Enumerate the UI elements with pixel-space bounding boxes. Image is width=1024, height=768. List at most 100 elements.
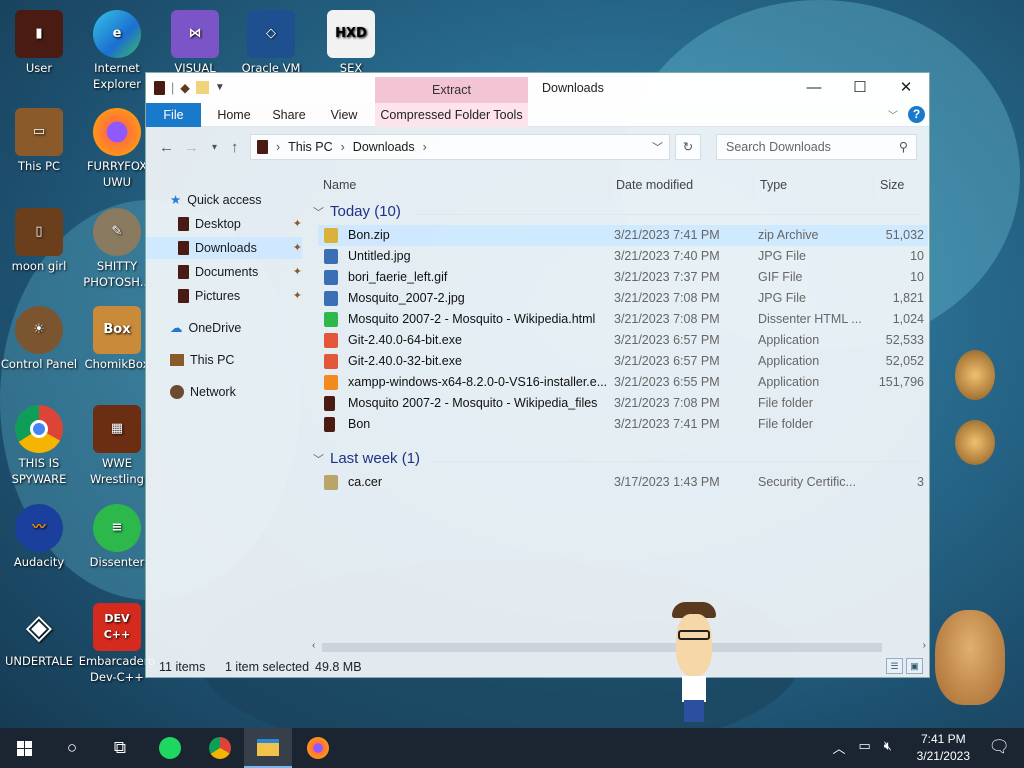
file-row[interactable]: Bon.zip 3/21/2023 7:41 PM zip Archive 51,03… [318, 225, 928, 246]
file-row[interactable]: Mosquito_2007-2.jpg 3/21/2023 7:08 PM JPG … [318, 288, 928, 309]
nav-downloads[interactable]: Downloads ✦ [146, 237, 302, 259]
desktop-icon-audacity[interactable]: 〰 Audacity [0, 504, 78, 570]
column-divider[interactable] [873, 173, 874, 197]
file-row[interactable]: Bon 3/21/2023 7:41 PM File folder [318, 414, 928, 435]
file-row[interactable]: bori_faerie_left.gif 3/21/2023 7:37 PM GIF… [318, 267, 928, 288]
nav-onedrive[interactable]: ☁ OneDrive [170, 317, 241, 339]
file-type: Dissenter HTML ... [758, 312, 862, 326]
refresh-button[interactable]: ↻ [675, 134, 701, 160]
firefox-icon[interactable] [294, 728, 342, 768]
recent-locations-icon[interactable]: ▾ [212, 142, 217, 153]
file-row[interactable]: Git-2.40.0-32-bit.exe 3/21/2023 6:57 PM Ap… [318, 351, 928, 372]
group-header[interactable]: ﹀ Today (10) [313, 203, 401, 220]
scroll-left-icon[interactable]: ‹ [312, 640, 315, 651]
file-explorer-icon[interactable] [244, 728, 292, 768]
breadcrumb-downloads[interactable]: Downloads [353, 140, 415, 154]
file-row[interactable]: Mosquito 2007-2 - Mosquito - Wikipedia_f… [318, 393, 928, 414]
status-size: 49.8 MB [315, 660, 362, 674]
file-row[interactable]: Untitled.jpg 3/21/2023 7:40 PM JPG File 10 [318, 246, 928, 267]
file-row[interactable]: Mosquito 2007-2 - Mosquito - Wikipedia.h… [318, 309, 928, 330]
file-row[interactable]: ca.cer 3/17/2023 1:43 PM Security Certific… [318, 472, 928, 493]
minimize-button[interactable]: — [791, 73, 837, 103]
file-row[interactable]: Git-2.40.0-64-bit.exe 3/21/2023 6:57 PM Ap… [318, 330, 928, 351]
address-bar[interactable]: › This PC › Downloads › ﹀ [250, 134, 670, 160]
zip-icon [324, 228, 338, 243]
properties-icon[interactable]: ◆ [180, 80, 190, 95]
tab-compressed-folder-tools[interactable]: Compressed Folder Tools [375, 103, 528, 127]
column-size[interactable]: Size [880, 178, 904, 192]
address-dropdown-icon[interactable]: ﹀ [652, 139, 663, 155]
chevron-down-icon[interactable]: ﹀ [313, 451, 324, 467]
breadcrumb-chevron-icon[interactable]: › [423, 140, 427, 154]
nav-network[interactable]: Network [170, 381, 236, 403]
tab-home[interactable]: Home [208, 103, 260, 127]
help-icon[interactable]: ? [908, 106, 925, 123]
breadcrumb-chevron-icon[interactable]: › [341, 140, 345, 154]
nav-this-pc[interactable]: This PC [170, 349, 234, 371]
nav-desktop[interactable]: Desktop ✦ [178, 213, 302, 235]
git-icon [324, 354, 338, 369]
nav-pictures[interactable]: Pictures ✦ [178, 285, 302, 307]
desktop-icon-label: Embarcadero Dev-C++ [78, 654, 156, 684]
window-title: Downloads [542, 81, 604, 95]
breadcrumb-chevron-icon[interactable]: › [276, 140, 280, 154]
task-view-icon[interactable]: ⧉ [96, 728, 144, 768]
chrome-icon [15, 405, 63, 453]
desktop-icon-visual-studio[interactable]: ⋈ VISUAL [156, 10, 234, 76]
volume-muted-icon[interactable]: 🔇︎ [884, 738, 892, 757]
column-type[interactable]: Type [760, 178, 787, 192]
large-icons-view-icon[interactable]: ▣ [906, 658, 923, 674]
desktop-icon-hxd[interactable]: HXD SEX [312, 10, 390, 76]
nav-label: Desktop [195, 217, 241, 231]
network-icon[interactable]: ▭ [859, 738, 871, 757]
notification-center-icon[interactable]: 🗨︎ [988, 737, 1010, 757]
maximize-button[interactable]: ☐ [837, 73, 883, 103]
tab-file[interactable]: File [146, 103, 201, 127]
windows-start-icon[interactable] [0, 728, 48, 768]
tab-share[interactable]: Share [264, 103, 314, 127]
folder-icon [178, 241, 189, 255]
details-view-icon[interactable]: ☰ [886, 658, 903, 674]
file-row[interactable]: xampp-windows-x64-8.2.0-0-VS16-installer… [318, 372, 928, 393]
show-hidden-icons-icon[interactable]: ︿ [832, 738, 845, 757]
forward-arrow-icon[interactable]: → [184, 139, 199, 156]
desktop-icon-undertale[interactable]: ◈ UNDERTALE [0, 603, 78, 669]
desktop-icon-chrome[interactable]: THIS IS SPYWARE [0, 405, 78, 487]
new-folder-icon[interactable] [195, 81, 209, 94]
tab-view[interactable]: View [318, 103, 370, 127]
expand-ribbon-icon[interactable]: ﹀ [888, 107, 898, 122]
cartoon-character[interactable] [668, 602, 720, 722]
nav-quick-access[interactable]: ★ Quick access [170, 189, 262, 211]
scroll-right-icon[interactable]: › [923, 640, 926, 651]
chevron-down-icon[interactable]: ﹀ [313, 204, 324, 220]
chrome-icon[interactable] [196, 728, 244, 768]
column-name[interactable]: Name [323, 178, 356, 192]
control-panel-icon: ☀ [15, 306, 63, 354]
back-arrow-icon[interactable]: ← [159, 139, 174, 156]
desktop-icon-virtualbox[interactable]: ◇ Oracle VM [232, 10, 310, 76]
column-divider[interactable] [609, 173, 610, 197]
group-header[interactable]: ﹀ Last week (1) [313, 450, 420, 467]
desktop-icon-moon-girl[interactable]: ▯ moon girl [0, 208, 78, 274]
spotify-icon[interactable] [146, 728, 194, 768]
hamster-mascot[interactable] [935, 610, 1005, 705]
column-divider[interactable] [753, 173, 754, 197]
nav-documents[interactable]: Documents ✦ [178, 261, 302, 283]
clock[interactable]: 7:41 PM 3/21/2023 [917, 731, 970, 765]
horizontal-scrollbar[interactable]: ‹ › [310, 639, 930, 655]
desktop-icon-this-pc[interactable]: ▭ This PC [0, 108, 78, 174]
close-button[interactable]: ✕ [883, 73, 929, 103]
context-tab-extract[interactable]: Extract [375, 77, 528, 103]
column-date-modified[interactable]: Date modified [616, 178, 693, 192]
qat-dropdown-icon[interactable]: ▼ [215, 82, 225, 93]
desktop-icon-user[interactable]: ▮ User [0, 10, 78, 76]
title-bar[interactable]: | ◆ ▼ Extract Downloads — ☐ ✕ [146, 73, 929, 103]
search-input[interactable]: Search Downloads ⚲ [716, 134, 917, 160]
search-circle-icon[interactable]: ○ [48, 728, 96, 768]
up-arrow-icon[interactable]: ↑ [231, 139, 239, 156]
breadcrumb-this-pc[interactable]: This PC [288, 140, 332, 154]
file-name: Mosquito 2007-2 - Mosquito - Wikipedia.h… [348, 312, 596, 326]
desktop-icon-control-panel[interactable]: ☀ Control Panel [0, 306, 78, 372]
scrollbar-thumb[interactable] [322, 643, 882, 652]
image-icon [324, 291, 338, 306]
